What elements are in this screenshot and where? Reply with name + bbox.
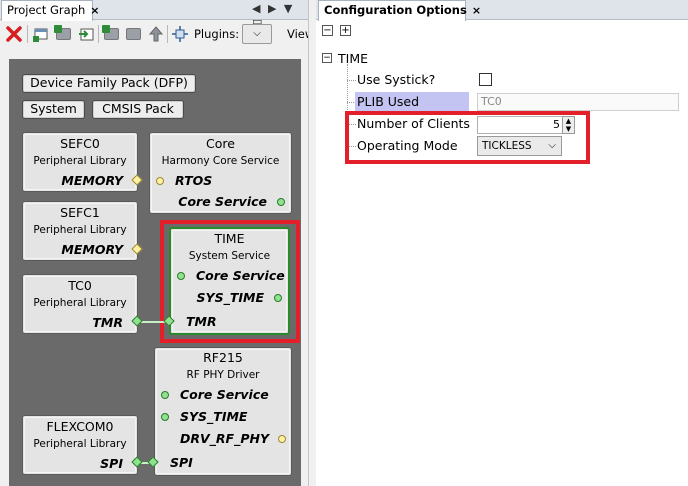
port-core-service: Core Service: [178, 194, 267, 209]
node-subtitle: Peripheral Library: [33, 155, 127, 167]
system-button[interactable]: System: [22, 100, 85, 119]
tab-close-icon[interactable]: ×: [90, 4, 99, 17]
node-subtitle: Peripheral Library: [33, 297, 127, 309]
core-service-port-dot[interactable]: [161, 391, 169, 399]
project-graph-panel: Project Graph × ◀ ▶ ▼ ▭ Plugins: ⌵ View:…: [0, 0, 318, 486]
tab-configuration-options[interactable]: Configuration Options ×: [318, 0, 481, 21]
move-up-icon[interactable]: [147, 25, 165, 43]
tree-toggle-icon[interactable]: −: [322, 53, 332, 63]
import-icon[interactable]: [77, 25, 95, 43]
tab-close-icon[interactable]: ×: [472, 4, 481, 17]
component-icon[interactable]: [124, 25, 142, 43]
port-spi: SPI: [170, 455, 193, 470]
collapse-all-icon[interactable]: −: [322, 25, 333, 36]
group-icon[interactable]: [101, 25, 120, 43]
tab-label: Configuration Options: [324, 3, 467, 17]
tree-root-time[interactable]: TIME: [338, 51, 368, 66]
project-graph-canvas[interactable]: Device Family Pack (DFP) System CMSIS Pa…: [9, 59, 301, 486]
rtos-port-dot[interactable]: [156, 177, 164, 185]
node-title: TC0: [68, 278, 92, 293]
time-highlight-box: [160, 220, 300, 343]
dfp-button[interactable]: Device Family Pack (DFP): [22, 74, 196, 93]
node-title: RF215: [203, 350, 243, 365]
node-subtitle: Peripheral Library: [33, 438, 127, 450]
configuration-tabbar: Configuration Options ×: [316, 0, 688, 21]
node-title: SEFC1: [60, 205, 100, 220]
plib-used-field: TC0: [477, 93, 679, 111]
port-core-service: Core Service: [180, 387, 269, 402]
plib-used-label: PLIB Used: [357, 94, 420, 109]
expand-all-icon[interactable]: +: [340, 25, 351, 36]
cmsis-pack-button[interactable]: CMSIS Pack: [92, 100, 184, 119]
node-sefc1[interactable]: SEFC1 Peripheral Library MEMORY: [22, 201, 138, 261]
project-graph-tabbar: Project Graph × ◀ ▶ ▼ ▭: [0, 0, 308, 28]
node-subtitle: RF PHY Driver: [186, 369, 260, 381]
panel-splitter[interactable]: [308, 0, 316, 486]
port-sys-time: SYS_TIME: [180, 409, 248, 424]
auto-arrange-icon[interactable]: [171, 25, 189, 43]
add-component-icon[interactable]: [53, 25, 72, 43]
node-flexcom0[interactable]: FLEXCOM0 Peripheral Library SPI: [22, 415, 138, 475]
port-memory: MEMORY: [61, 173, 123, 188]
port-spi: SPI: [100, 456, 123, 471]
node-subtitle: Harmony Core Service: [161, 155, 280, 167]
core-service-port-dot[interactable]: [277, 198, 285, 206]
port-drv-rf-phy: DRV_RF_PHY: [179, 431, 269, 446]
new-container-icon[interactable]: [32, 25, 50, 43]
port-memory: MEMORY: [61, 242, 123, 257]
configuration-options-panel: Configuration Options × − + − TIME Use Sy…: [316, 0, 688, 486]
node-core[interactable]: Core Harmony Core Service RTOS Core Serv…: [149, 132, 292, 214]
settings-highlight-box: [345, 111, 590, 164]
node-rf215[interactable]: RF215 RF PHY Driver Core Service SYS_TIM…: [154, 347, 292, 476]
port-tmr: TMR: [92, 315, 123, 330]
node-title: Core: [206, 136, 235, 151]
plugins-label: Plugins:: [194, 27, 240, 41]
node-tc0[interactable]: TC0 Peripheral Library TMR: [22, 274, 138, 334]
node-subtitle: Peripheral Library: [33, 224, 127, 236]
remove-icon[interactable]: [5, 25, 23, 43]
port-rtos: RTOS: [175, 173, 213, 188]
node-sefc0[interactable]: SEFC0 Peripheral Library MEMORY: [22, 132, 138, 192]
chevron-down-icon: ⌵: [253, 28, 261, 39]
drv-rf-phy-port-dot[interactable]: [278, 435, 286, 443]
plugins-dropdown[interactable]: ⌵: [242, 24, 272, 44]
sys-time-port-dot[interactable]: [161, 413, 169, 421]
tab-project-graph[interactable]: Project Graph ×: [1, 0, 100, 21]
tab-label: Project Graph: [7, 3, 86, 17]
use-systick-label: Use Systick?: [357, 72, 436, 87]
node-title: FLEXCOM0: [46, 419, 114, 434]
node-title: SEFC0: [60, 136, 100, 151]
use-systick-checkbox[interactable]: [479, 73, 492, 86]
